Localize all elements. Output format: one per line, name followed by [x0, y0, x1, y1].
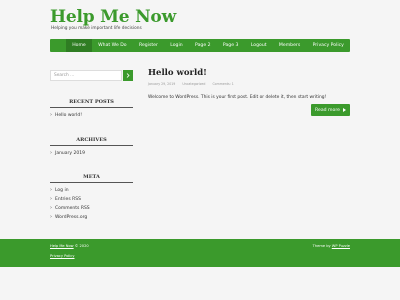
nav-item-home[interactable]: Home — [66, 39, 92, 52]
recent-post-link[interactable]: Hello world! — [50, 111, 133, 120]
nav-item-page-2[interactable]: Page 2 — [189, 39, 217, 52]
post-title[interactable]: Hello world! — [148, 68, 207, 78]
archives-title: ARCHIVES — [50, 137, 133, 146]
meta-wordpress-link[interactable]: WordPress.org — [50, 213, 133, 222]
post-category[interactable]: Uncategorized — [182, 82, 205, 86]
post-date[interactable]: January 29, 2019 — [148, 82, 175, 86]
footer-copyright: Help Me Now © 2020 — [50, 244, 89, 248]
footer-privacy-link[interactable]: Privacy Policy — [50, 254, 75, 258]
footer-theme-prefix: Theme by — [312, 244, 331, 248]
chevron-right-icon — [126, 73, 130, 78]
meta-list: Log in Entries RSS Comments RSS WordPres… — [50, 186, 133, 222]
nav-item-page-3[interactable]: Page 3 — [217, 39, 245, 52]
main-navigation: Home What We Do Register Login Page 2 Pa… — [50, 39, 350, 52]
footer-theme-link[interactable]: WP Puzzle — [332, 244, 350, 248]
read-more-label: Read more — [315, 107, 340, 113]
meta-comments-rss-link[interactable]: Comments RSS — [50, 204, 133, 213]
search-input[interactable]: Search ... — [50, 70, 122, 81]
nav-item-logout[interactable]: Logout — [245, 39, 273, 52]
nav-item-register[interactable]: Register — [133, 39, 164, 52]
recent-posts-title: RECENT POSTS — [50, 99, 133, 108]
site-tagline: Helping you make important life decision… — [51, 26, 142, 31]
nav-item-privacy-policy[interactable]: Privacy Policy — [306, 39, 350, 52]
nav-item-what-we-do[interactable]: What We Do — [92, 39, 133, 52]
footer-site-link[interactable]: Help Me Now — [50, 244, 74, 248]
arrow-right-icon — [342, 108, 346, 112]
meta-entries-rss-link[interactable]: Entries RSS — [50, 195, 133, 204]
post-meta: January 29, 2019 Uncategorized Comments:… — [148, 82, 240, 86]
search-button[interactable] — [123, 70, 133, 81]
nav-item-members[interactable]: Members — [273, 39, 307, 52]
footer-copyright-text: © 2020 — [74, 244, 89, 248]
meta-login-link[interactable]: Log in — [50, 186, 133, 195]
footer-theme-credit: Theme by WP Puzzle — [313, 244, 350, 248]
site-title[interactable]: Help Me Now — [50, 7, 176, 27]
archives-list: January 2019 — [50, 149, 133, 158]
site-footer: Help Me Now © 2020 Privacy Policy Theme … — [0, 239, 400, 267]
footer-privacy-policy: Privacy Policy — [50, 254, 75, 258]
meta-title: META — [50, 174, 133, 183]
post-excerpt: Welcome to WordPress. This is your first… — [148, 95, 327, 100]
archive-link[interactable]: January 2019 — [50, 149, 133, 158]
nav-item-login[interactable]: Login — [164, 39, 189, 52]
recent-posts-list: Hello world! — [50, 111, 133, 120]
post-comments[interactable]: Comments: 1 — [212, 82, 233, 86]
read-more-button[interactable]: Read more — [311, 104, 350, 116]
